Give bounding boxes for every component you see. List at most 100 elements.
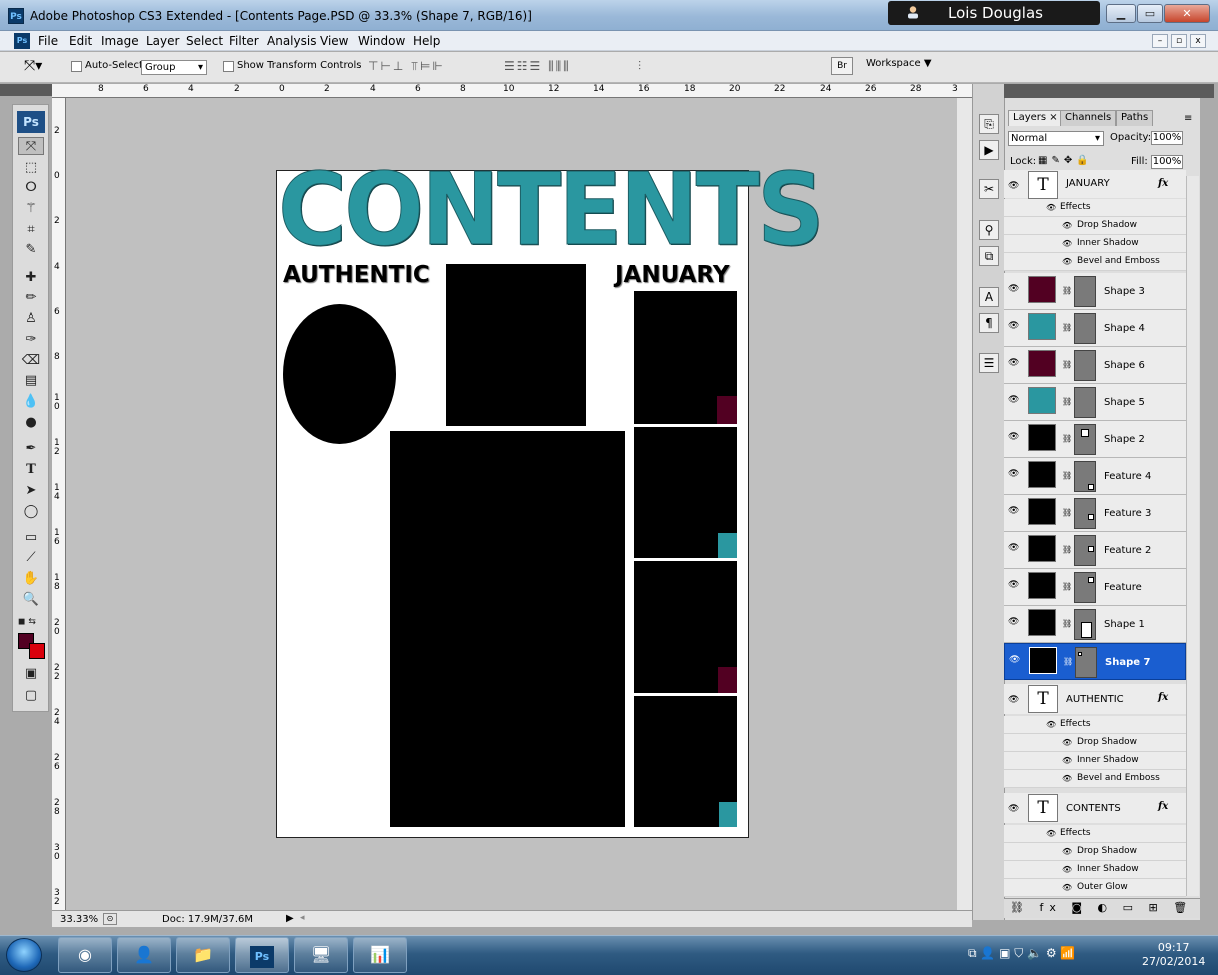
- lock-icons[interactable]: ▦✎✥🔒: [1038, 155, 1093, 166]
- eye-icon[interactable]: 👁: [1062, 738, 1072, 747]
- layer-shape-1[interactable]: 👁 ⛓ Shape 1: [1004, 606, 1186, 643]
- eye-icon[interactable]: 👁: [1046, 720, 1056, 729]
- effect-row[interactable]: 👁 Drop Shadow: [1004, 734, 1186, 752]
- effect-row[interactable]: 👁 Inner Shadow: [1004, 752, 1186, 770]
- zoom-tool-icon[interactable]: 🔍: [18, 591, 44, 609]
- eye-icon[interactable]: 👁: [1008, 395, 1022, 405]
- layer-feature-4[interactable]: 👁 ⛓ Feature 4: [1004, 458, 1186, 495]
- maroon-accent[interactable]: [718, 667, 737, 693]
- navigator-icon[interactable]: ⊙: [103, 913, 117, 925]
- screen-mode-icon[interactable]: ▢: [18, 687, 44, 705]
- character-icon[interactable]: A: [979, 287, 999, 307]
- display-taskbar-icon[interactable]: 🖥: [294, 937, 348, 973]
- layer-feature[interactable]: 👁 ⛓ Feature: [1004, 569, 1186, 606]
- explorer-taskbar-icon[interactable]: 📁: [176, 937, 230, 973]
- maroon-accent[interactable]: [717, 396, 737, 424]
- layer-shape-2[interactable]: 👁 ⛓ Shape 2: [1004, 421, 1186, 458]
- eye-icon[interactable]: 👁: [1008, 617, 1022, 627]
- align-buttons[interactable]: ⊤⊢⊥ ⫪⊨⊩: [368, 59, 445, 74]
- brushes-icon[interactable]: ⚲: [979, 220, 999, 240]
- effects-row[interactable]: 👁 Effects: [1004, 825, 1186, 843]
- type-tool-icon[interactable]: T: [18, 461, 44, 479]
- pen-tool-icon[interactable]: ✒: [18, 440, 44, 458]
- stamp-tool-icon[interactable]: ♙: [18, 310, 44, 328]
- path-select-icon[interactable]: ➤: [18, 482, 44, 500]
- menu-analysis[interactable]: Analysis: [267, 34, 316, 48]
- effect-row[interactable]: 👁 Outer Glow: [1004, 879, 1186, 897]
- move-tool-icon[interactable]: ⤧: [18, 137, 44, 155]
- fx-icon[interactable]: fx: [1158, 801, 1168, 812]
- bridge-icon[interactable]: Br: [831, 57, 853, 75]
- feature-square-shape[interactable]: [446, 264, 586, 426]
- doc-restore-button[interactable]: ▫: [1171, 34, 1187, 48]
- tool-presets-icon[interactable]: ✂: [979, 179, 999, 199]
- layer-shape-5[interactable]: 👁 ⛓ Shape 5: [1004, 384, 1186, 421]
- brush-tool-icon[interactable]: ✏: [18, 289, 44, 307]
- eyedropper-icon[interactable]: ⟋: [18, 549, 44, 567]
- eye-icon[interactable]: 👁: [1046, 829, 1056, 838]
- eye-icon[interactable]: 👁: [1062, 221, 1072, 230]
- eye-icon[interactable]: 👁: [1008, 181, 1022, 191]
- panel-menu-icon[interactable]: ≡: [1184, 113, 1192, 124]
- doc-close-button[interactable]: x: [1190, 34, 1206, 48]
- eye-icon[interactable]: 👁: [1062, 257, 1072, 266]
- eye-icon[interactable]: 👁: [1062, 865, 1072, 874]
- menu-window[interactable]: Window: [358, 34, 405, 48]
- history-icon[interactable]: ⎘: [979, 114, 999, 134]
- fill-input[interactable]: 100%: [1151, 155, 1183, 169]
- minimize-button[interactable]: ▁: [1106, 4, 1136, 23]
- menu-image[interactable]: Image: [101, 34, 139, 48]
- photoshop-taskbar-icon[interactable]: Ps: [235, 937, 289, 973]
- effect-row[interactable]: 👁 Drop Shadow: [1004, 217, 1186, 235]
- document-icon[interactable]: Ps: [14, 33, 30, 49]
- ellipse-shape[interactable]: [283, 304, 396, 444]
- start-button[interactable]: [6, 938, 42, 972]
- background-color-swatch[interactable]: [29, 643, 45, 659]
- teal-accent[interactable]: [718, 533, 737, 558]
- eye-icon[interactable]: 👁: [1008, 695, 1022, 705]
- blend-mode-dropdown[interactable]: Normal ▾: [1008, 131, 1104, 146]
- opacity-input[interactable]: 100%: [1151, 131, 1183, 145]
- dodge-tool-icon[interactable]: ●: [18, 414, 44, 432]
- tab-paths[interactable]: Paths: [1116, 110, 1154, 126]
- actions-icon[interactable]: ▶: [979, 140, 999, 160]
- eye-icon[interactable]: 👁: [1008, 321, 1022, 331]
- menu-view[interactable]: View: [320, 34, 348, 48]
- effects-row[interactable]: 👁 Effects: [1004, 199, 1186, 217]
- panels-header[interactable]: [1004, 84, 1214, 98]
- quick-mask-icon[interactable]: ▣: [18, 665, 44, 683]
- auto-select-dropdown[interactable]: Group ▾: [141, 60, 207, 75]
- notes-tool-icon[interactable]: ▭: [18, 529, 44, 547]
- effect-row[interactable]: 👁 Inner Shadow: [1004, 861, 1186, 879]
- shape-tool-icon[interactable]: ◯: [18, 503, 44, 521]
- main-image-shape[interactable]: [390, 431, 625, 827]
- layer-shape-4[interactable]: 👁 ⛓ Shape 4: [1004, 310, 1186, 347]
- authentic-text[interactable]: AUTHENTIC: [283, 262, 430, 288]
- scroll-left-icon[interactable]: ◂: [300, 913, 305, 923]
- eye-icon[interactable]: 👁: [1008, 432, 1022, 442]
- eye-icon[interactable]: 👁: [1046, 203, 1056, 212]
- effect-row[interactable]: 👁 Bevel and Emboss: [1004, 770, 1186, 788]
- auto-align-button[interactable]: ⫶: [638, 59, 643, 74]
- clone-source-icon[interactable]: ⧉: [979, 246, 999, 266]
- eye-icon[interactable]: 👁: [1008, 358, 1022, 368]
- show-transform-checkbox[interactable]: [223, 61, 234, 72]
- tray-icons[interactable]: ⧉ 👤 ▣ ⛉ 🔈 ⚙ 📶: [968, 946, 1075, 961]
- effect-row[interactable]: 👁 Inner Shadow: [1004, 235, 1186, 253]
- paragraph-icon[interactable]: ¶: [979, 313, 999, 333]
- eye-icon[interactable]: 👁: [1062, 756, 1072, 765]
- distribute-buttons[interactable]: ☰☷☰ ⫼⫼⫼: [504, 59, 571, 74]
- layer-january[interactable]: 👁 T JANUARY fx: [1004, 170, 1186, 199]
- tab-channels[interactable]: Channels: [1060, 110, 1117, 126]
- eraser-tool-icon[interactable]: ⌫: [18, 352, 44, 370]
- auto-select-checkbox[interactable]: [71, 61, 82, 72]
- layers-footer-buttons[interactable]: ⛓ fx ◙ ◐ ▭ ⊞ 🗑: [1004, 898, 1200, 918]
- fx-icon[interactable]: fx: [1158, 692, 1168, 703]
- slice-tool-icon[interactable]: ✎: [18, 241, 44, 259]
- eye-icon[interactable]: 👁: [1062, 774, 1072, 783]
- gradient-tool-icon[interactable]: ▤: [18, 372, 44, 390]
- blur-tool-icon[interactable]: 💧: [18, 393, 44, 411]
- eye-icon[interactable]: 👁: [1008, 580, 1022, 590]
- healing-brush-icon[interactable]: ✚: [18, 269, 44, 287]
- canvas-scrollbar[interactable]: [957, 98, 972, 910]
